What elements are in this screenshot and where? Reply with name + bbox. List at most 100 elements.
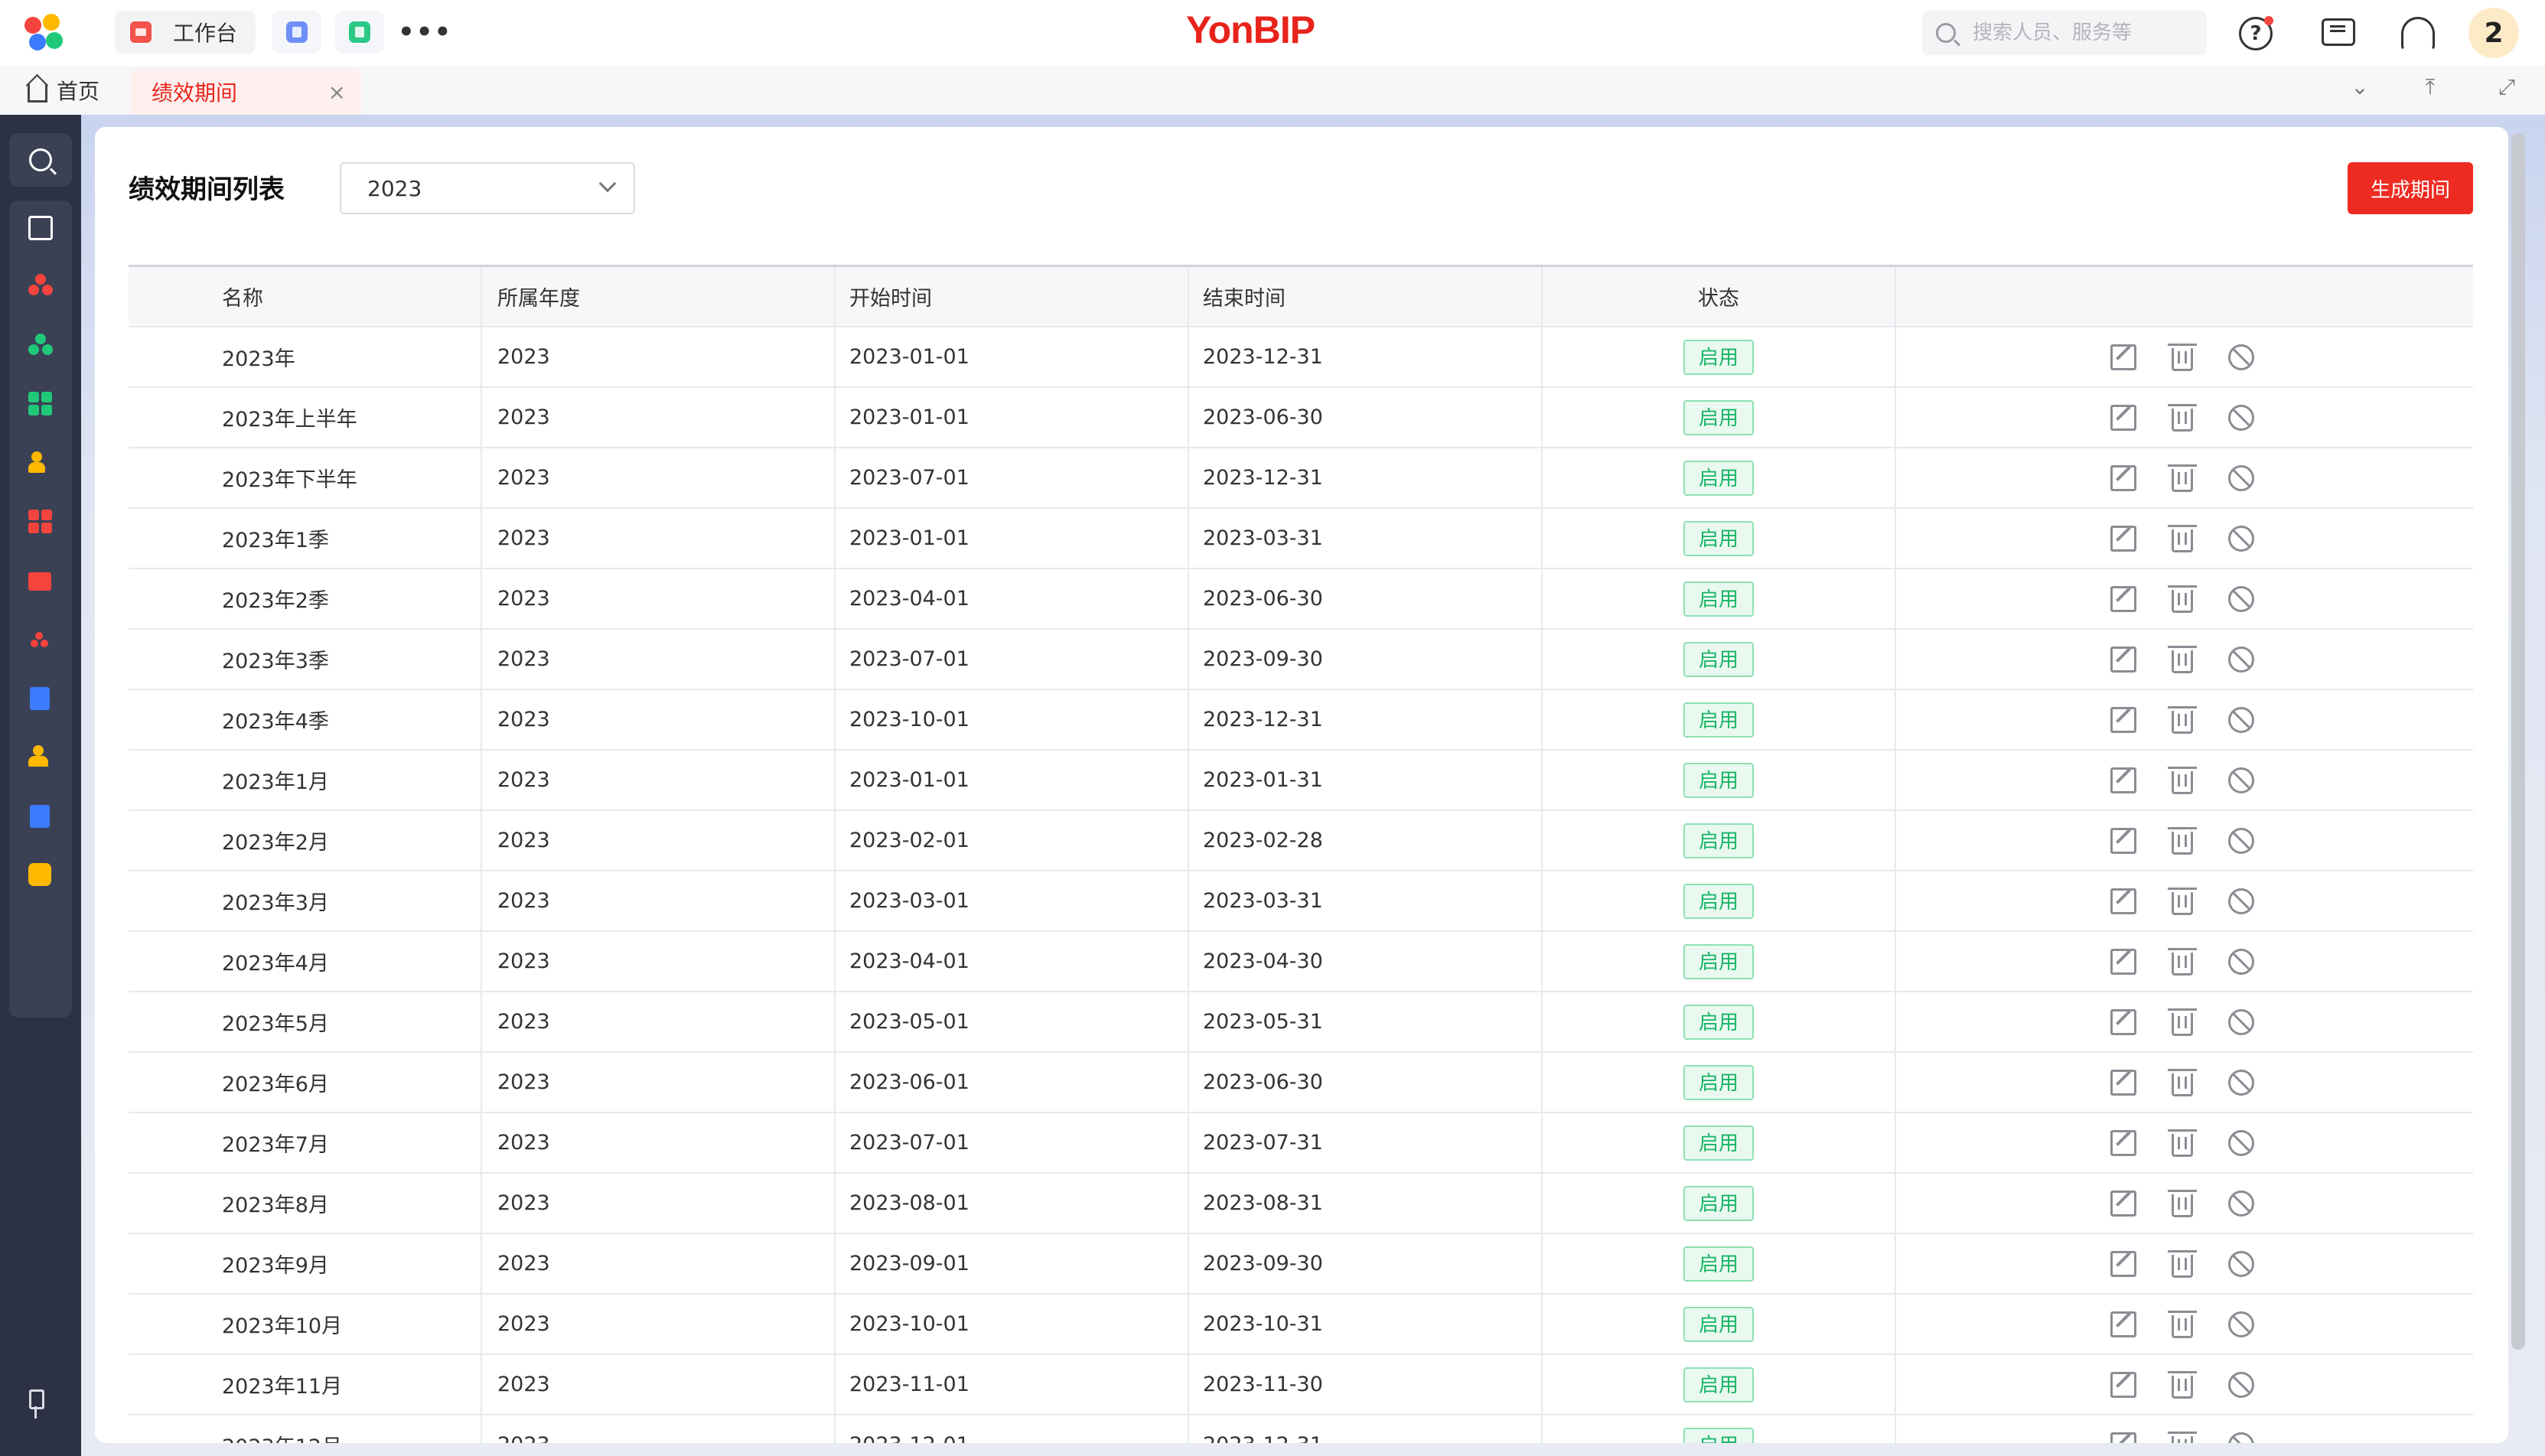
disable-icon[interactable]: [2228, 827, 2254, 854]
table-row[interactable]: 2023年 2023 2023-01-01 2023-12-31 启用: [129, 327, 2473, 388]
table-row[interactable]: 2023年3季 2023 2023-07-01 2023-09-30 启用: [129, 630, 2473, 690]
sidebar-app-red-folder-icon[interactable]: [28, 569, 53, 594]
app-grid-logo-icon[interactable]: [24, 14, 66, 52]
table-row[interactable]: 2023年10月 2023 2023-10-01 2023-10-31 启用: [129, 1295, 2473, 1355]
global-search[interactable]: [1922, 11, 2207, 55]
delete-icon[interactable]: [2168, 887, 2197, 915]
delete-icon[interactable]: [2168, 403, 2197, 432]
delete-icon[interactable]: [2168, 1189, 2197, 1217]
table-row[interactable]: 2023年下半年 2023 2023-07-01 2023-12-31 启用: [129, 448, 2473, 509]
disable-icon[interactable]: [2228, 948, 2254, 975]
edit-icon[interactable]: [2110, 646, 2136, 673]
table-row[interactable]: 2023年4月 2023 2023-04-01 2023-04-30 启用: [129, 932, 2473, 992]
delete-icon[interactable]: [2168, 343, 2197, 371]
disable-icon[interactable]: [2228, 1129, 2254, 1156]
year-select[interactable]: 2023: [340, 162, 635, 214]
tab-home[interactable]: 首页: [28, 75, 99, 106]
favorites-icon[interactable]: [28, 216, 53, 240]
collapse-icon[interactable]: ⌄: [2346, 73, 2374, 101]
fullscreen-icon[interactable]: ⤢: [2493, 73, 2521, 101]
delete-icon[interactable]: [2168, 645, 2197, 673]
delete-icon[interactable]: [2168, 1008, 2197, 1036]
edit-icon[interactable]: [2110, 464, 2136, 491]
sidebar-app-blue-book-icon[interactable]: [28, 687, 53, 712]
delete-icon[interactable]: [2168, 1068, 2197, 1096]
disable-icon[interactable]: [2228, 404, 2254, 431]
sidebar-app-person-chart-icon[interactable]: [28, 451, 53, 476]
delete-icon[interactable]: [2168, 705, 2197, 734]
disable-icon[interactable]: [2228, 1190, 2254, 1217]
edit-icon[interactable]: [2110, 344, 2136, 370]
table-row[interactable]: 2023年6月 2023 2023-06-01 2023-06-30 启用: [129, 1053, 2473, 1113]
sidebar-app-red-grid-icon[interactable]: [28, 510, 53, 534]
edit-icon[interactable]: [2110, 1250, 2136, 1277]
delete-icon[interactable]: [2168, 1370, 2197, 1399]
delete-icon[interactable]: [2168, 1431, 2197, 1443]
edit-icon[interactable]: [2110, 888, 2136, 914]
delete-icon[interactable]: [2168, 766, 2197, 794]
disable-icon[interactable]: [2228, 464, 2254, 491]
disable-icon[interactable]: [2228, 767, 2254, 793]
generate-period-button[interactable]: 生成期间: [2348, 162, 2473, 214]
disable-icon[interactable]: [2228, 1008, 2254, 1035]
sidebar-search-button[interactable]: [9, 133, 72, 187]
avatar[interactable]: 2: [2468, 8, 2519, 58]
table-row[interactable]: 2023年3月 2023 2023-03-01 2023-03-31 启用: [129, 871, 2473, 932]
disable-icon[interactable]: [2228, 888, 2254, 914]
table-row[interactable]: 2023年7月 2023 2023-07-01 2023-07-31 启用: [129, 1113, 2473, 1174]
edit-icon[interactable]: [2110, 1311, 2136, 1337]
delete-icon[interactable]: [2168, 585, 2197, 613]
message-icon[interactable]: [2322, 18, 2355, 46]
sidebar-app-person-icon[interactable]: [28, 745, 53, 770]
disable-icon[interactable]: [2228, 1069, 2254, 1096]
sidebar-app-blue-badge-icon[interactable]: [28, 805, 53, 829]
table-row[interactable]: 2023年1月 2023 2023-01-01 2023-01-31 启用: [129, 751, 2473, 811]
delete-icon[interactable]: [2168, 826, 2197, 855]
delete-icon[interactable]: [2168, 524, 2197, 552]
disable-icon[interactable]: [2228, 706, 2254, 733]
edit-icon[interactable]: [2110, 948, 2136, 975]
table-row[interactable]: 2023年2月 2023 2023-02-01 2023-02-28 启用: [129, 811, 2473, 871]
more-apps-button[interactable]: •••: [398, 17, 452, 47]
edit-icon[interactable]: [2110, 767, 2136, 793]
table-row[interactable]: 2023年上半年 2023 2023-01-01 2023-06-30 启用: [129, 388, 2473, 448]
sidebar-app-small-cluster-icon[interactable]: [28, 629, 53, 653]
quick-app-chart[interactable]: [335, 11, 384, 54]
table-row[interactable]: 2023年12月20232023-12-012023-12-31 启用: [129, 1415, 2473, 1443]
delete-icon[interactable]: [2168, 1129, 2197, 1157]
edit-icon[interactable]: [2110, 1008, 2136, 1035]
table-row[interactable]: 2023年11月 2023 2023-11-01 2023-11-30 启用: [129, 1355, 2473, 1415]
delete-icon[interactable]: [2168, 1249, 2197, 1278]
disable-icon[interactable]: [2228, 585, 2254, 612]
edit-icon[interactable]: [2110, 827, 2136, 854]
delete-icon[interactable]: [2168, 1310, 2197, 1338]
workbench-tab[interactable]: 工作台: [115, 11, 256, 54]
close-tab-icon[interactable]: ×: [328, 80, 346, 105]
edit-icon[interactable]: [2110, 585, 2136, 612]
edit-icon[interactable]: [2110, 404, 2136, 431]
sidebar-app-green-grid-icon[interactable]: [28, 392, 53, 416]
table-row[interactable]: 2023年4季 2023 2023-10-01 2023-12-31 启用: [129, 690, 2473, 751]
disable-icon[interactable]: [2228, 1311, 2254, 1337]
help-icon[interactable]: ?: [2239, 16, 2273, 50]
edit-icon[interactable]: [2110, 1069, 2136, 1096]
table-row[interactable]: 2023年8月 2023 2023-08-01 2023-08-31 启用: [129, 1174, 2473, 1234]
disable-icon[interactable]: [2228, 525, 2254, 552]
table-row[interactable]: 2023年1季 2023 2023-01-01 2023-03-31 启用: [129, 509, 2473, 569]
table-row[interactable]: 2023年2季 2023 2023-04-01 2023-06-30 启用: [129, 569, 2473, 630]
table-row[interactable]: 2023年5月 2023 2023-05-01 2023-05-31 启用: [129, 992, 2473, 1053]
upload-icon[interactable]: ⤒: [2416, 73, 2444, 101]
disable-icon[interactable]: [2228, 1371, 2254, 1398]
disable-icon[interactable]: [2228, 1432, 2254, 1443]
pin-icon[interactable]: [24, 1389, 47, 1420]
disable-icon[interactable]: [2228, 344, 2254, 370]
table-row[interactable]: 2023年9月 2023 2023-09-01 2023-09-30 启用: [129, 1234, 2473, 1295]
sidebar-app-green-cluster-icon[interactable]: [28, 334, 53, 358]
tab-performance-period[interactable]: 绩效期间 ×: [130, 69, 361, 115]
edit-icon[interactable]: [2110, 706, 2136, 733]
quick-app-document[interactable]: [272, 11, 321, 54]
edit-icon[interactable]: [2110, 1432, 2136, 1443]
disable-icon[interactable]: [2228, 646, 2254, 673]
edit-icon[interactable]: [2110, 1129, 2136, 1156]
edit-icon[interactable]: [2110, 1190, 2136, 1217]
